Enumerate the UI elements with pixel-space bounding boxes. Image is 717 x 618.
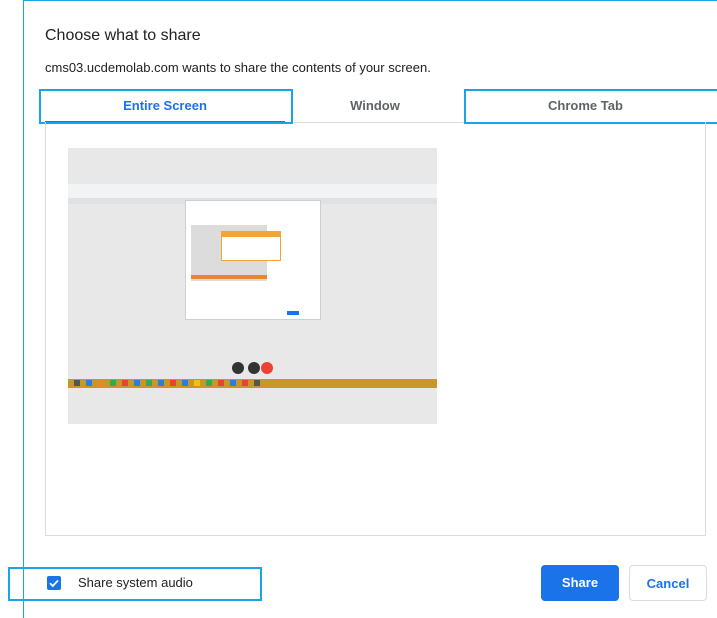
screen-thumbnail[interactable] xyxy=(68,148,437,424)
thumbnail-dialog xyxy=(185,200,321,320)
tab-window[interactable]: Window xyxy=(285,89,465,122)
thumbnail-dot-icon xyxy=(261,362,273,374)
share-source-tabs: Entire Screen Window Chrome Tab xyxy=(45,89,706,123)
cancel-button[interactable]: Cancel xyxy=(629,565,707,601)
thumbnail-dot-icon xyxy=(232,362,244,374)
thumbnail-share-button xyxy=(287,311,299,315)
dialog-title: Choose what to share xyxy=(45,27,201,44)
thumbnail-orange-strip xyxy=(191,275,267,279)
thumbnail-orange-titlebar xyxy=(222,232,280,237)
checkmark-icon xyxy=(49,579,59,588)
annotation-guide-horizontal xyxy=(23,0,717,1)
annotation-guide-vertical xyxy=(23,0,24,618)
thumbnail-browser-toolbar xyxy=(68,184,437,198)
thumbnail-orange-window xyxy=(221,231,281,261)
dialog-subtitle: cms03.ucdemolab.com wants to share the c… xyxy=(45,60,431,75)
share-audio-label: Share system audio xyxy=(78,575,193,590)
share-audio-checkbox[interactable] xyxy=(47,576,61,590)
tab-chrome-tab[interactable]: Chrome Tab xyxy=(465,89,706,122)
thumbnail-dot-icon xyxy=(248,362,260,374)
share-button[interactable]: Share xyxy=(541,565,619,601)
tab-entire-screen[interactable]: Entire Screen xyxy=(45,89,285,123)
thumbnail-taskbar xyxy=(68,379,437,388)
